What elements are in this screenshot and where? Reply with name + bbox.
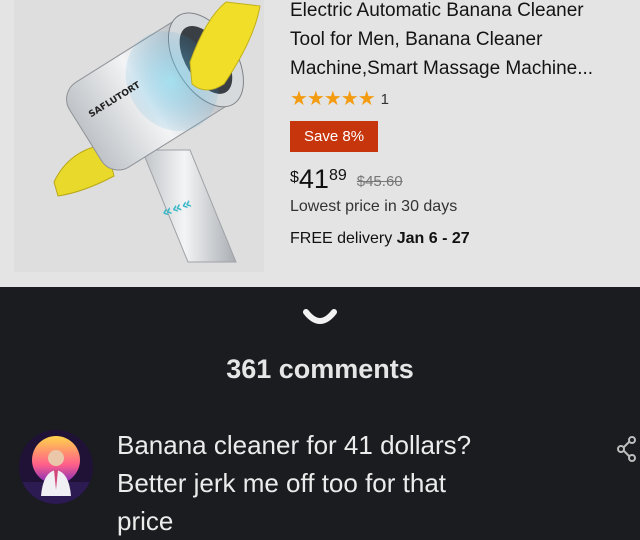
product-title-line: Machine,Smart Massage Machine... xyxy=(290,58,594,79)
price-whole: 41 xyxy=(298,164,329,194)
star-rating-icon: ★★★★★ xyxy=(290,88,376,110)
user-avatar[interactable] xyxy=(19,430,93,504)
comment-line: Better jerk me off too for that xyxy=(117,468,447,498)
product-title-line: Electric Automatic Banana Cleaner xyxy=(290,0,584,21)
delivery-dates: Jan 6 - 27 xyxy=(396,230,470,247)
delivery-label: FREE delivery xyxy=(290,230,393,247)
share-icon[interactable] xyxy=(617,436,637,467)
save-badge: Save 8% xyxy=(290,121,379,152)
rating-count[interactable]: 1 xyxy=(381,91,389,108)
comment-line: Banana cleaner for 41 dollars? xyxy=(117,430,472,460)
product-info: Electric Automatic Banana Cleaner Tool f… xyxy=(290,0,640,248)
comment-body: Banana cleaner for 41 dollars? Better je… xyxy=(117,426,587,540)
original-price: $45.60 xyxy=(356,173,403,190)
product-title-line: Tool for Men, Banana Cleaner xyxy=(290,29,543,50)
comments-count: 361 comments xyxy=(226,354,414,384)
price: $ 41 89 $45.60 xyxy=(290,166,640,196)
rating-row[interactable]: ★★★★★ 1 xyxy=(290,89,640,109)
price-fraction: 89 xyxy=(328,167,347,184)
comment-line: price xyxy=(117,506,174,536)
price-currency: $ xyxy=(290,169,299,186)
chevron-down-icon[interactable] xyxy=(298,304,342,337)
lowest-price-note: Lowest price in 30 days xyxy=(290,198,458,215)
product-card[interactable]: ««« SAFLUTORT Electric Automatic Banana … xyxy=(0,0,640,287)
comment-item: Banana cleaner for 41 dollars? Better je… xyxy=(0,420,640,540)
delivery-info: FREE delivery Jan 6 - 27 xyxy=(290,230,640,248)
product-image[interactable]: ««« SAFLUTORT xyxy=(14,0,264,272)
banana-cleaner-device-illustration: ««« SAFLUTORT xyxy=(53,1,261,263)
product-title[interactable]: Electric Automatic Banana Cleaner Tool f… xyxy=(290,0,640,83)
